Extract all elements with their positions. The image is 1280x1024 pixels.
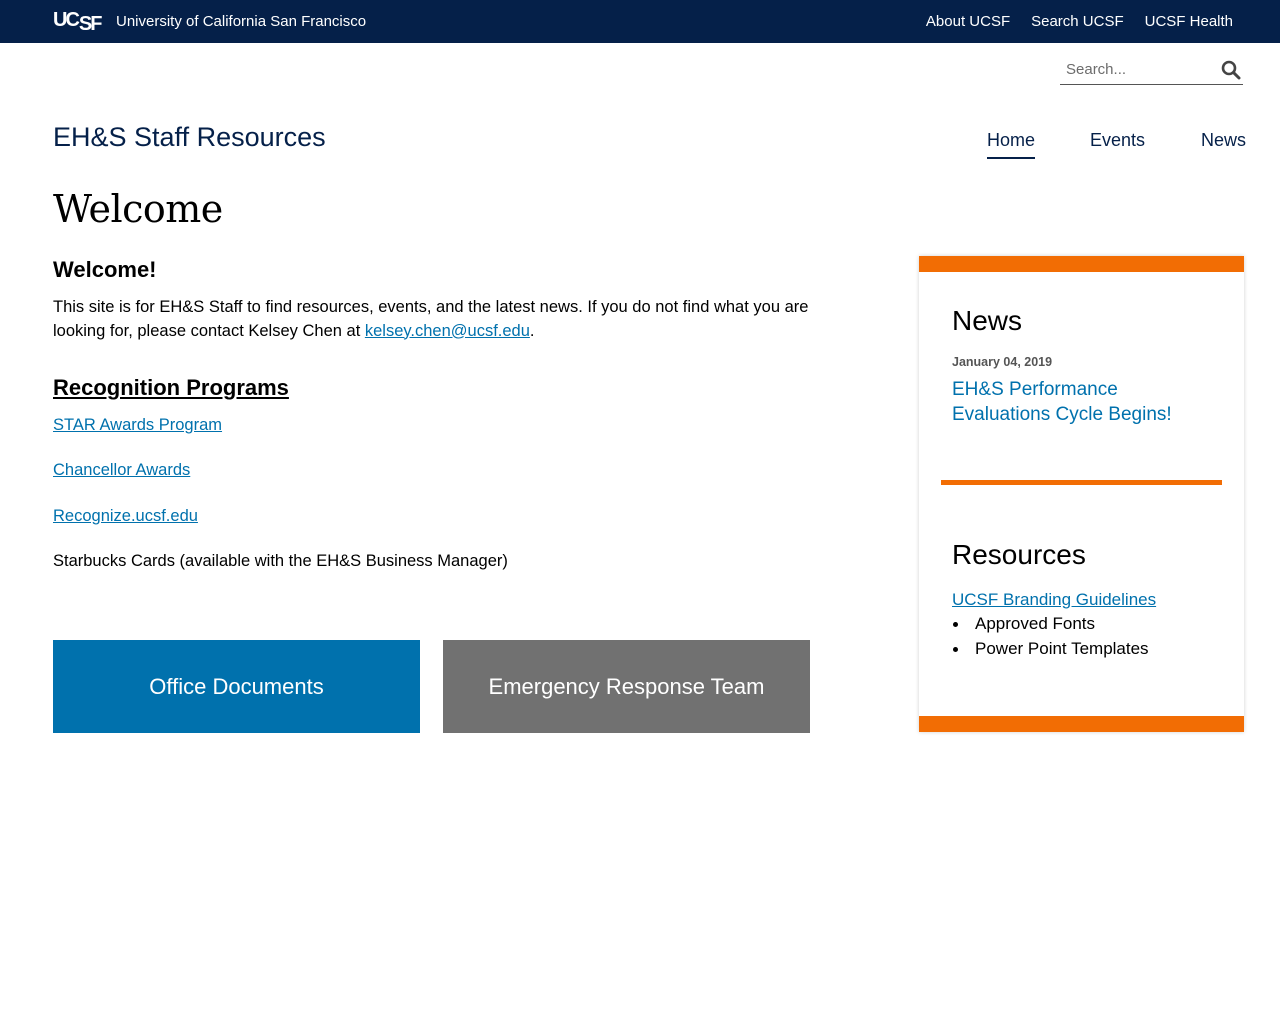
ucsf-logo[interactable]: UCSF — [53, 8, 103, 35]
office-documents-button[interactable]: Office Documents — [53, 640, 420, 733]
search-input[interactable] — [1060, 56, 1210, 83]
sidebar-top-bar — [919, 256, 1244, 272]
nav-item-events[interactable]: Events — [1090, 130, 1145, 150]
chancellor-awards-link[interactable]: Chancellor Awards — [53, 460, 190, 480]
search-ucsf-link[interactable]: Search UCSF — [1031, 13, 1124, 30]
page-title: Welcome — [53, 187, 223, 231]
sidebar-bottom-bar — [919, 716, 1244, 732]
intro-text: This site is for EH&S Staff to find reso… — [53, 296, 823, 343]
top-bar: UCSF University of California San Franci… — [0, 0, 1280, 43]
contact-email-link[interactable]: kelsey.chen@ucsf.edu — [365, 322, 530, 340]
resources-heading: Resources — [952, 539, 1086, 570]
site-search — [1060, 56, 1243, 85]
recognize-link[interactable]: Recognize.ucsf.edu — [53, 506, 198, 526]
logo-sf: SF — [78, 13, 103, 35]
nav-item-news[interactable]: News — [1201, 130, 1246, 150]
news-item-link[interactable]: EH&S Performance Evaluations Cycle Begin… — [952, 377, 1212, 427]
search-icon[interactable] — [1221, 60, 1241, 80]
nav-item-home[interactable]: Home — [987, 130, 1036, 159]
sidebar-panel: News January 04, 2019 EH&S Performance E… — [919, 256, 1244, 732]
resources-list: Approved Fonts Power Point Templates — [952, 612, 1149, 661]
list-item: Approved Fonts — [952, 612, 1149, 637]
site-title[interactable]: EH&S Staff Resources — [53, 121, 326, 153]
branding-guidelines-link[interactable]: UCSF Branding Guidelines — [952, 590, 1156, 610]
ucsf-health-link[interactable]: UCSF Health — [1145, 13, 1233, 30]
about-ucsf-link[interactable]: About UCSF — [926, 13, 1010, 30]
emergency-response-team-button[interactable]: Emergency Response Team — [443, 640, 810, 733]
starbucks-text: Starbucks Cards (available with the EH&S… — [53, 552, 508, 570]
list-item: Power Point Templates — [952, 637, 1149, 662]
news-heading: News — [952, 305, 1023, 336]
intro-end: . — [529, 321, 535, 340]
university-name[interactable]: University of California San Francisco — [116, 13, 366, 30]
sidebar-divider — [941, 480, 1222, 485]
news-date: January 04, 2019 — [952, 355, 1053, 369]
welcome-heading: Welcome! — [53, 257, 157, 282]
main-nav: Home Events News — [987, 130, 1246, 160]
recognition-heading: Recognition Programs — [53, 375, 289, 400]
star-awards-link[interactable]: STAR Awards Program — [53, 415, 222, 435]
logo-uc: UC — [53, 9, 80, 31]
utility-nav: About UCSF Search UCSF UCSF Health — [926, 13, 1233, 30]
